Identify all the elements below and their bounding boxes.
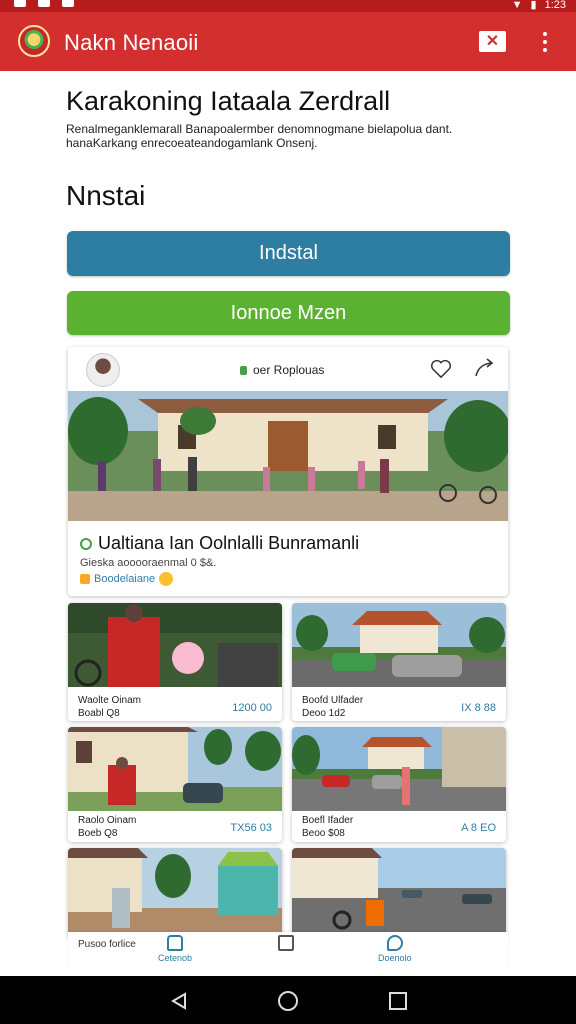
- nav-item-home[interactable]: Cetenob: [158, 935, 192, 963]
- listing-name: Waolte Oinam: [78, 695, 141, 706]
- battery-icon: ▮: [530, 0, 537, 11]
- badge-icon: [80, 574, 90, 584]
- listing-image[interactable]: [68, 848, 282, 932]
- app-title: Nakn Nenaoii: [64, 30, 199, 55]
- listing-name: Boefl Ifader: [302, 815, 354, 826]
- listing-price: TX56 03: [230, 822, 272, 834]
- listing-sub: Boeb Q8: [78, 828, 118, 839]
- avatar[interactable]: [86, 353, 120, 387]
- bottom-nav-label: Pusoo forlice: [78, 939, 136, 950]
- notification-icon: [62, 0, 74, 7]
- listing-name: Raolo Oinam: [78, 815, 137, 826]
- edit-icon: [278, 935, 294, 951]
- listing-card[interactable]: Raolo Oinam Boeb Q8 TX56 03: [68, 727, 282, 842]
- featured-title: Ualtiana Ian Oolnlalli Bunramanli: [98, 533, 360, 553]
- system-nav-bar: [0, 976, 576, 1024]
- listing-card[interactable]: Waolte Oinam Boabl Q8 1200 00: [68, 603, 282, 721]
- notification-icon: [38, 0, 50, 7]
- featured-tag-label: oer Roplouas: [253, 363, 325, 377]
- listing-name: Boofd Ulfader: [302, 695, 364, 706]
- featured-card[interactable]: oer Roplouas Ualtiana Ian Oolnlalli Bunr…: [68, 347, 508, 596]
- nav-item-chat[interactable]: Doenolo: [378, 935, 412, 963]
- listing-sub: Beoo $08: [302, 828, 345, 839]
- chat-icon: [386, 935, 403, 951]
- listing-price: 1200 00: [232, 702, 272, 714]
- status-bar: ▼ ▮ 1:23: [0, 0, 576, 12]
- nav-item-label: Doenolo: [378, 953, 412, 963]
- page-description: Renalmeganklemarall Banapoalermber denom…: [66, 122, 453, 150]
- notification-icon: [14, 0, 26, 7]
- featured-tag: oer Roplouas: [240, 363, 324, 377]
- listing-price: A 8 EO: [461, 822, 496, 834]
- app-bar: Nakn Nenaoii ✕: [0, 12, 576, 71]
- nav-item-label: Cetenob: [158, 953, 193, 963]
- app-logo-icon: [18, 25, 50, 57]
- back-icon[interactable]: [170, 992, 188, 1010]
- close-icon[interactable]: ✕: [479, 31, 506, 52]
- heart-icon[interactable]: [430, 359, 452, 379]
- more-info-button[interactable]: Ionnoe Mzen: [67, 291, 510, 335]
- listing-image[interactable]: [292, 727, 506, 811]
- nav-item-edit[interactable]: [278, 935, 294, 953]
- more-vert-icon[interactable]: [537, 29, 553, 55]
- listing-image[interactable]: [292, 603, 506, 687]
- bottom-nav: Pusoo forlice Cetenob Doenolo: [68, 932, 508, 970]
- listing-image[interactable]: [292, 848, 506, 932]
- listing-image[interactable]: [68, 727, 282, 811]
- emoji-icon: [159, 572, 174, 586]
- tag-icon: [240, 365, 247, 375]
- listing-card[interactable]: Boofd Ulfader Deoo 1d2 IX 8 88: [292, 603, 506, 721]
- clock: 1:23: [544, 0, 566, 11]
- home-icon: [167, 935, 184, 951]
- listing-card[interactable]: Boefl Ifader Beoo $08 A 8 EO: [292, 727, 506, 842]
- listing-image[interactable]: [68, 603, 282, 687]
- status-icon: [80, 537, 92, 550]
- listing-sub: Deoo 1d2: [302, 708, 346, 719]
- home-circle-icon[interactable]: [278, 991, 298, 1011]
- featured-meta: Gieska aooooraenmal 0 $&.: [80, 557, 217, 569]
- recents-icon[interactable]: [389, 992, 407, 1010]
- section-title: Nnstai: [66, 180, 146, 211]
- featured-link-label[interactable]: Boodelaiane: [94, 573, 155, 585]
- listing-price: IX 8 88: [461, 702, 496, 714]
- listing-card[interactable]: [292, 848, 506, 938]
- listing-card[interactable]: [68, 848, 282, 938]
- page-title: Karakoning Iataala Zerdrall: [66, 86, 391, 116]
- listing-sub: Boabl Q8: [78, 708, 120, 719]
- featured-link[interactable]: Boodelaiane: [80, 572, 174, 586]
- install-button[interactable]: Indstal: [67, 231, 510, 276]
- notification-icons: [14, 0, 74, 7]
- featured-image[interactable]: [68, 391, 508, 521]
- wifi-icon: ▼: [511, 0, 523, 11]
- featured-caption: Ualtiana Ian Oolnlalli Bunramanli: [80, 533, 359, 554]
- status-icons: ▼ ▮ 1:23: [512, 0, 566, 11]
- share-icon[interactable]: [472, 357, 496, 379]
